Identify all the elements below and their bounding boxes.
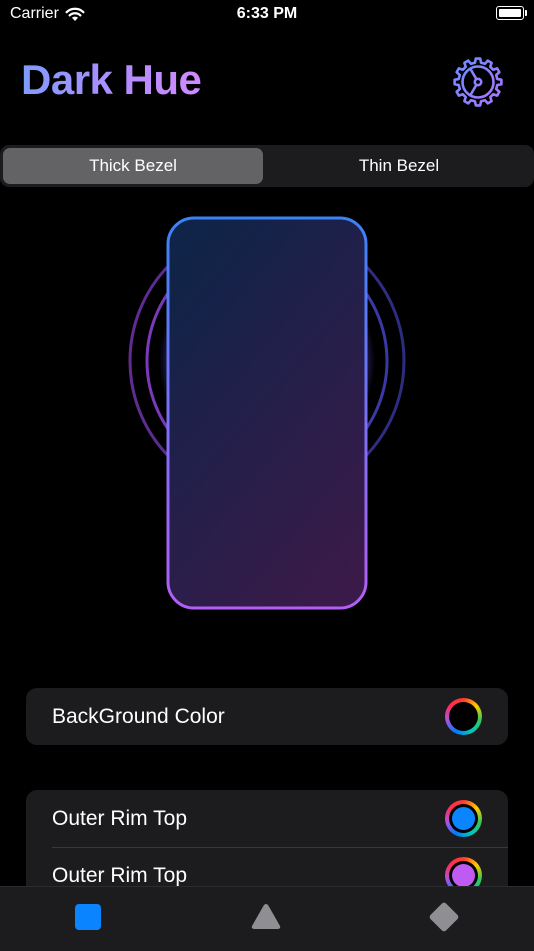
rim-settings-card: Outer Rim Top Outer Rim Top: [26, 790, 508, 886]
swatch-color-dot: [452, 807, 475, 830]
triangle-icon[interactable]: [246, 897, 286, 937]
status-time: 6:33 PM: [236, 5, 298, 22]
diamond-icon[interactable]: [424, 897, 464, 937]
outer-rim-top-label-2: Outer Rim Top: [52, 864, 187, 886]
tab-bar: [0, 886, 534, 951]
bezel-segmented-control: Thick Bezel Thin Bezel: [0, 145, 534, 187]
swatch-color-dot: [452, 864, 475, 886]
swatch-ring: [449, 861, 478, 886]
swatch-ring: [449, 804, 478, 833]
square-icon[interactable]: [68, 897, 108, 937]
status-right: [496, 6, 527, 20]
segment-thin-bezel[interactable]: Thin Bezel: [267, 148, 531, 184]
outer-rim-top-row-2[interactable]: Outer Rim Top: [26, 847, 508, 886]
diamond-shape: [429, 902, 459, 932]
phone-screen: [166, 216, 368, 610]
outer-rim-top-label: Outer Rim Top: [52, 807, 187, 830]
app-title: Dark Hue: [21, 56, 202, 103]
background-color-label: BackGround Color: [52, 705, 225, 728]
segment-thick-bezel[interactable]: Thick Bezel: [3, 148, 263, 184]
triangle-shape: [251, 904, 281, 929]
phone-preview: [128, 216, 406, 610]
background-color-card: BackGround Color: [26, 688, 508, 745]
background-color-swatch[interactable]: [445, 698, 482, 735]
square-shape: [75, 904, 101, 930]
swatch-ring: [449, 702, 478, 731]
status-bar: Carrier 6:33 PM: [0, 0, 534, 30]
outer-rim-top-row[interactable]: Outer Rim Top: [26, 790, 508, 847]
outer-rim-top-swatch[interactable]: [445, 800, 482, 837]
outer-rim-top-swatch-2[interactable]: [445, 857, 482, 886]
battery-icon: [496, 6, 527, 20]
background-color-row[interactable]: BackGround Color: [26, 688, 508, 745]
gear-icon[interactable]: [452, 56, 504, 108]
